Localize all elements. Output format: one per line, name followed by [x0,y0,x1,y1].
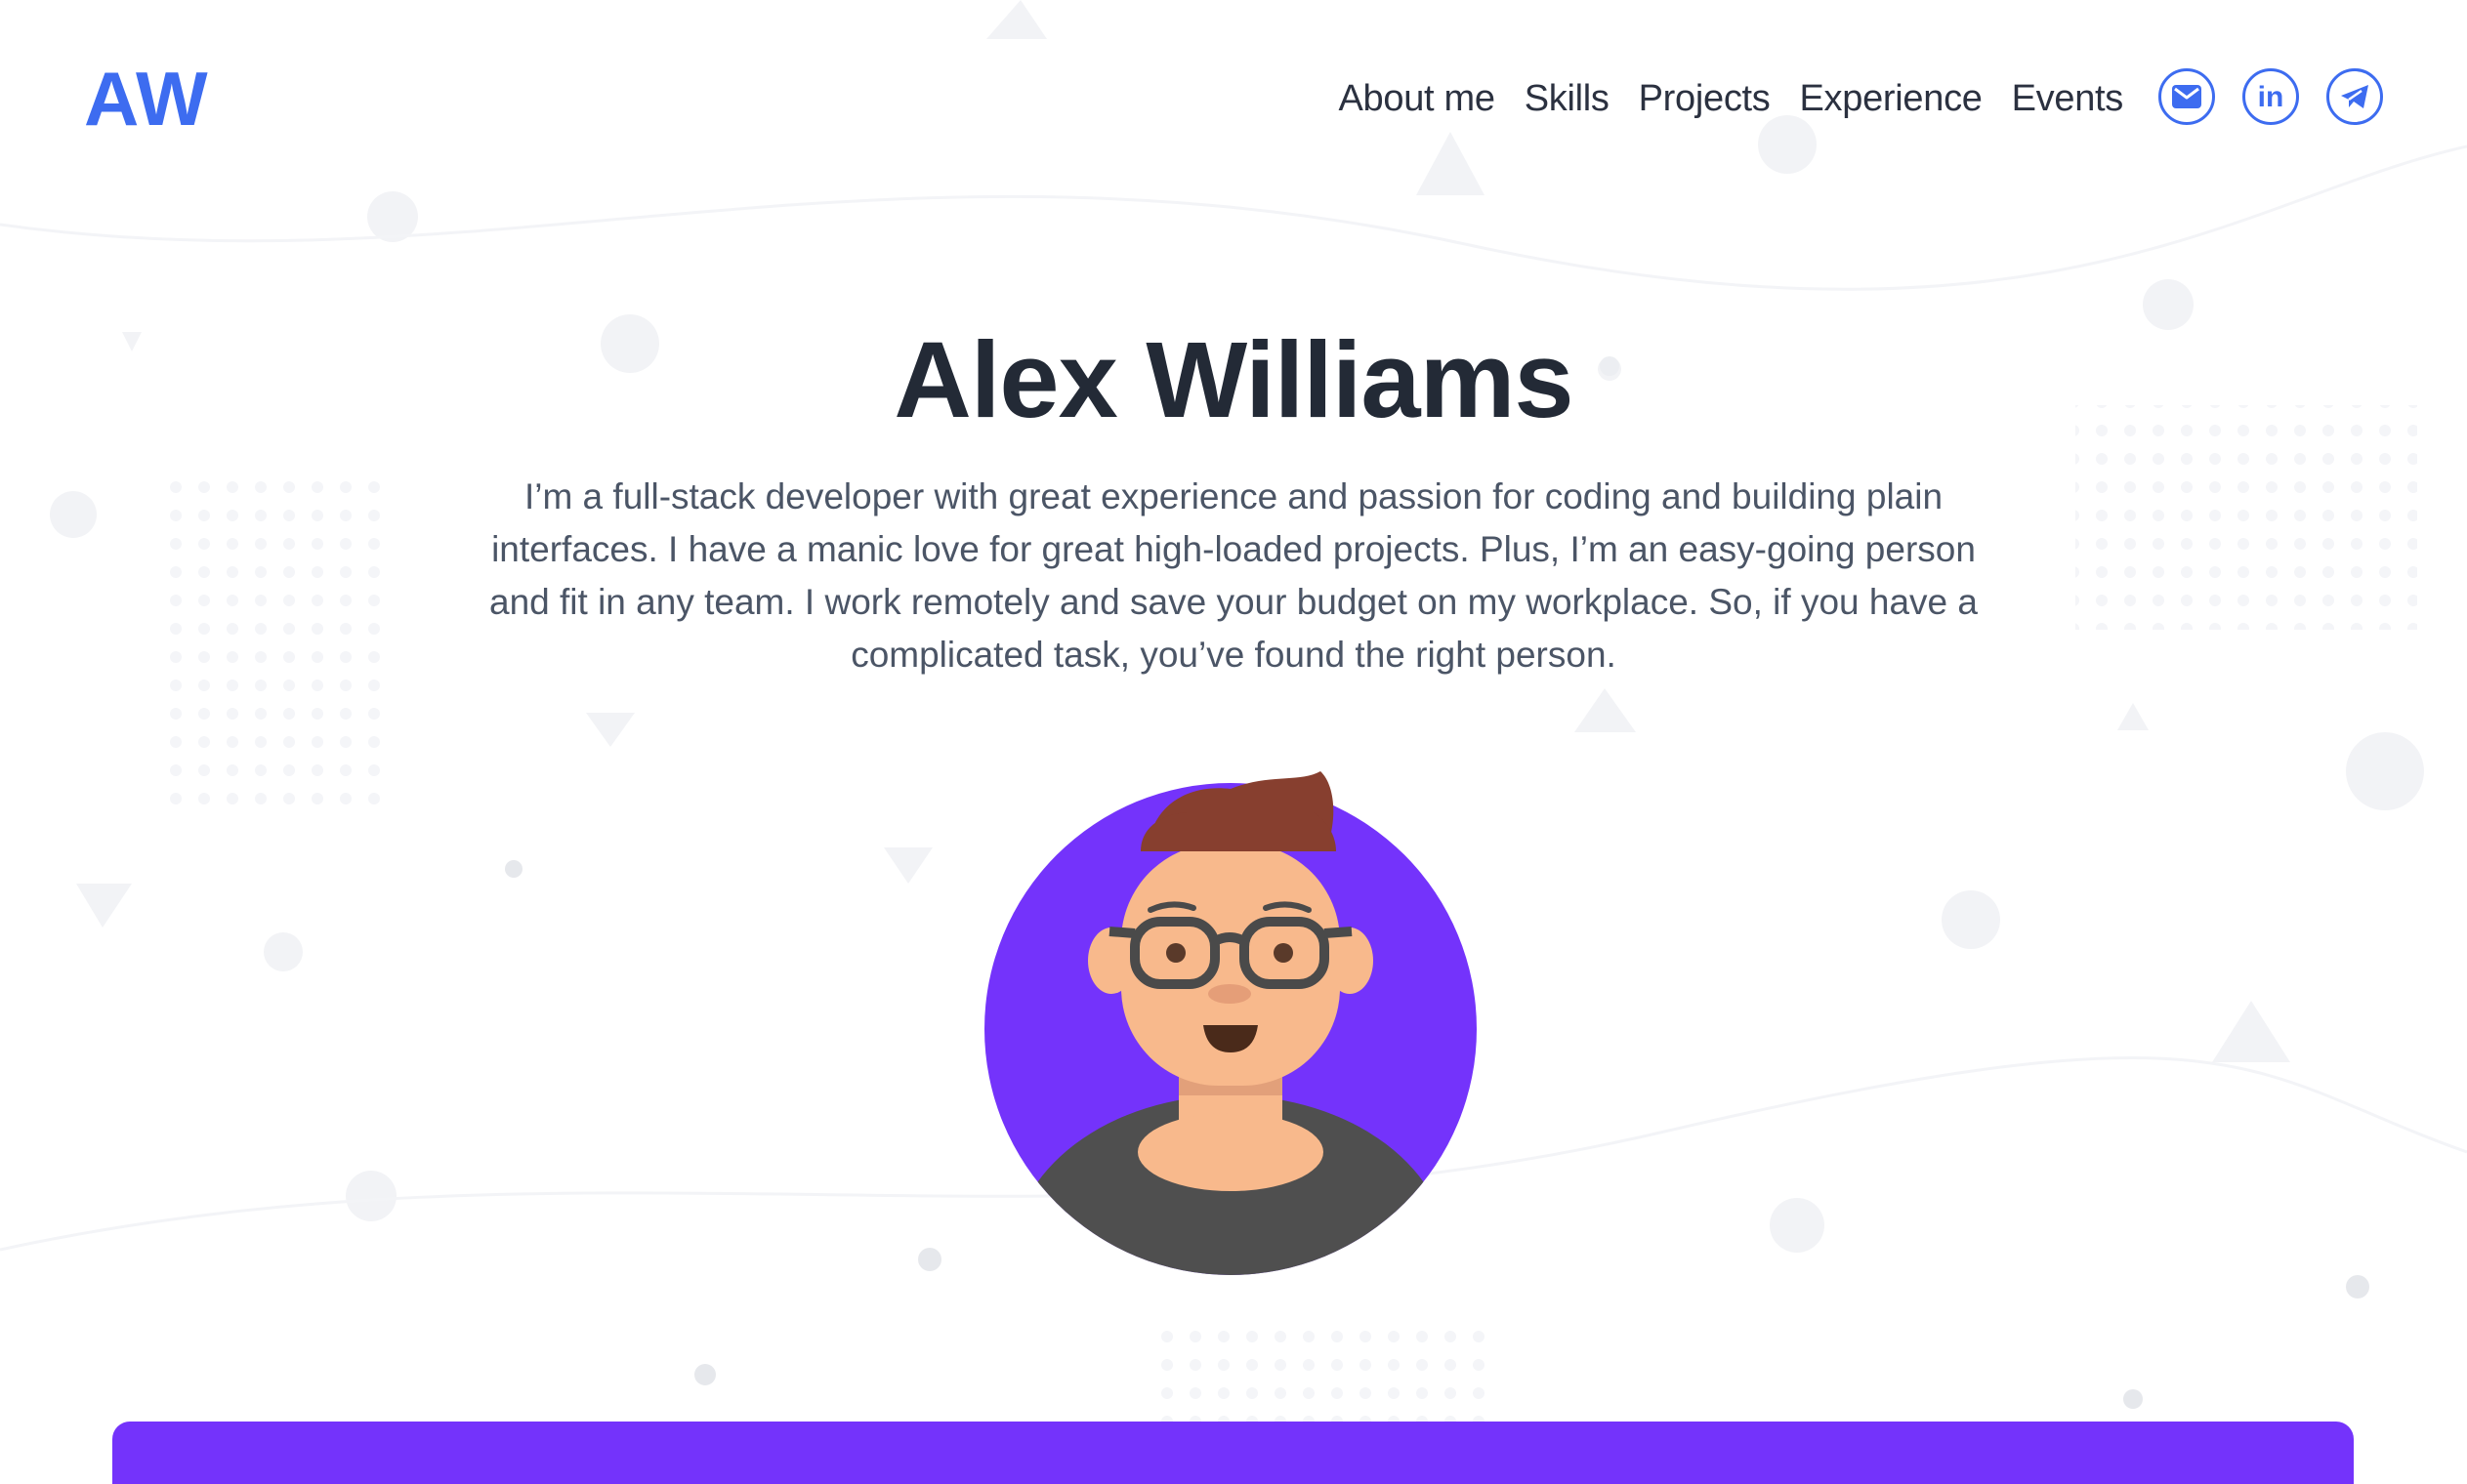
hero-name: Alex Williams [894,320,1573,440]
hero-section: Alex Williams I’m a full-stack developer… [0,312,2467,681]
nav-experience[interactable]: Experience [1800,72,1983,125]
mail-icon [2172,85,2201,108]
logo[interactable]: AW [84,55,209,144]
nav-projects[interactable]: Projects [1639,72,1771,125]
social-links: in [2158,68,2383,125]
telegram-button[interactable] [2326,68,2383,125]
nav-events[interactable]: Events [2012,72,2124,125]
avatar [984,771,1477,1275]
portfolio-page: AW About me Skills Projects Experience E… [0,0,2467,1484]
site-header: AW About me Skills Projects Experience E… [0,0,2467,195]
telegram-icon [2341,85,2368,108]
purple-section-banner [112,1422,2354,1484]
email-button[interactable] [2158,68,2215,125]
nav-skills[interactable]: Skills [1525,72,1610,125]
main-nav: About me Skills Projects Experience Even… [1338,72,2123,125]
linkedin-button[interactable]: in [2242,68,2299,125]
hero-bio: I’m a full-stack developer with great ex… [489,476,1978,675]
svg-text:in: in [2258,82,2284,111]
nav-about-me[interactable]: About me [1338,72,1495,125]
linkedin-icon: in [2258,82,2284,111]
